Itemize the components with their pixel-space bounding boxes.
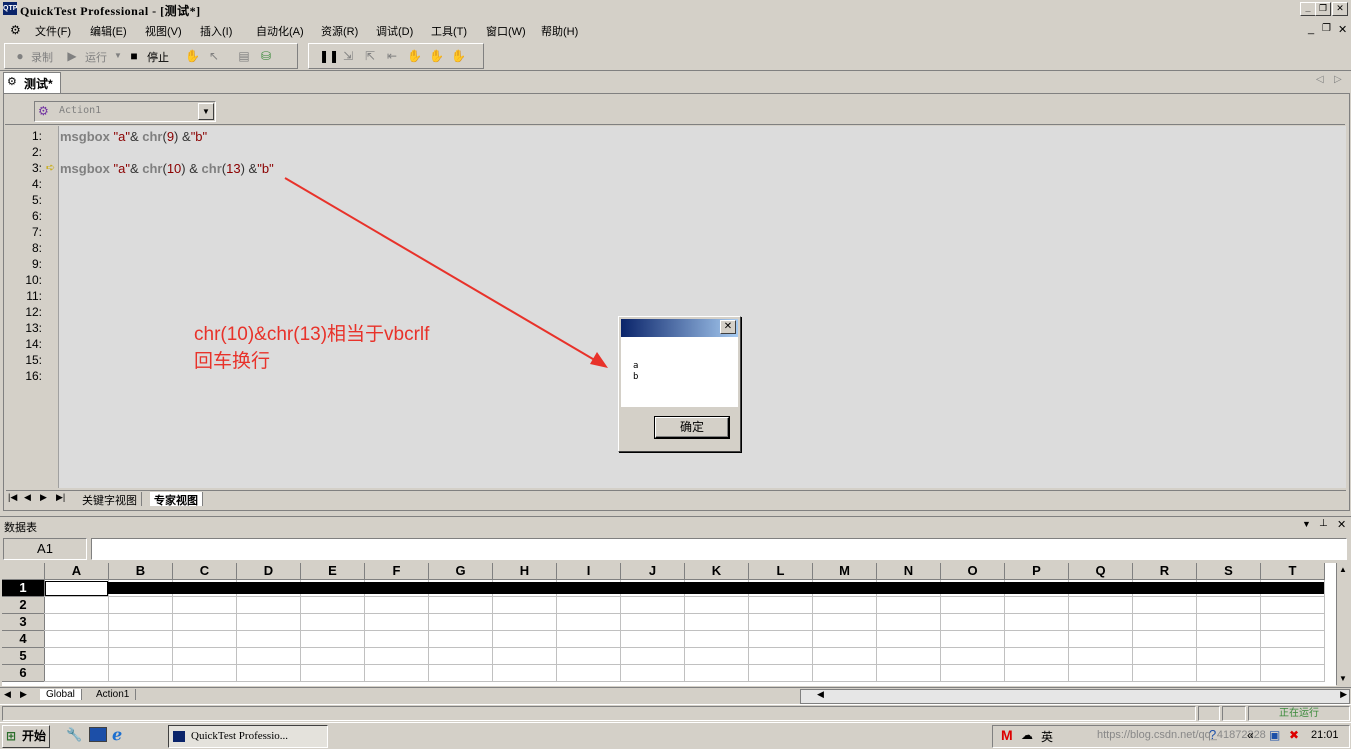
active-cell[interactable] (45, 581, 108, 596)
column-header[interactable]: K (685, 563, 749, 580)
dialog-close-icon[interactable]: ✕ (720, 320, 736, 334)
column-header[interactable]: F (365, 563, 429, 580)
row-header[interactable]: 3 (2, 614, 45, 631)
show-desktop-icon[interactable] (89, 727, 107, 742)
column-header[interactable]: B (109, 563, 173, 580)
sheet-prev-icon[interactable]: ◀ (4, 689, 11, 700)
column-header[interactable]: N (877, 563, 941, 580)
quicklaunch-tool-icon[interactable]: 🔧 (66, 727, 82, 743)
column-header[interactable]: S (1197, 563, 1261, 580)
qtp-task-icon (173, 731, 185, 742)
ok-button[interactable]: 确定 (654, 416, 730, 439)
selected-row-highlight (108, 582, 1324, 594)
grid-row-line (44, 613, 1324, 614)
hscroll-left-icon[interactable]: ◀ (817, 689, 824, 700)
column-header[interactable]: P (1005, 563, 1069, 580)
column-header[interactable]: H (493, 563, 557, 580)
run-status: 正在运行 (1248, 706, 1350, 721)
dialog-message-line-2: b (633, 372, 639, 382)
column-header[interactable]: E (301, 563, 365, 580)
taskbar-qtp-label: QuickTest Professio... (191, 730, 288, 742)
windows-logo-icon: ⊞ (6, 729, 17, 743)
hscroll-right-icon[interactable]: ▶ (1340, 689, 1347, 700)
status-pane (1222, 706, 1246, 721)
tab-global-sheet[interactable]: Global (40, 689, 82, 700)
tray-help-icon[interactable]: ? (1209, 727, 1216, 742)
column-header[interactable]: A (45, 563, 109, 580)
grid-row-line (44, 647, 1324, 648)
row-header[interactable]: 2 (2, 597, 45, 614)
status-bar: 正在运行 (0, 704, 1351, 722)
tab-action1-sheet[interactable]: Action1 (90, 689, 137, 700)
sheet-next-icon[interactable]: ▶ (20, 689, 27, 700)
tray-network-icon[interactable]: ▣ (1269, 728, 1280, 742)
column-header[interactable]: M (813, 563, 877, 580)
column-header[interactable]: J (621, 563, 685, 580)
dialog-message-line-1: a (633, 361, 639, 371)
start-button[interactable]: ⊞ 开始 (2, 725, 50, 748)
grid-row-line (44, 664, 1324, 665)
watermark-url: https://blog.csdn.net/qq_41872328 (1097, 729, 1266, 741)
annotation-line-2: 回车换行 (194, 351, 271, 372)
status-pane (1198, 706, 1220, 721)
taskbar-qtp-button[interactable]: QuickTest Professio... (168, 725, 328, 748)
status-message-pane (2, 706, 1196, 721)
data-table-header: 数据表 ▼ ⊥ ✕ (0, 516, 1351, 534)
tray-clock: 21:01 (1311, 729, 1339, 741)
column-header[interactable]: Q (1069, 563, 1133, 580)
column-header[interactable]: T (1261, 563, 1325, 580)
column-header[interactable]: D (237, 563, 301, 580)
grid-row-line (44, 596, 1324, 597)
sheet-tabs: ◀ ▶ Global Action1 ◀ ▶ (0, 687, 1351, 704)
dialog-message: a b (621, 337, 738, 407)
grid-vertical-scrollbar[interactable]: ▲ ▼ (1336, 563, 1351, 685)
panel-close-icon[interactable]: ✕ (1337, 518, 1346, 531)
row-header[interactable]: 4 (2, 631, 45, 648)
grid-row-line (44, 630, 1324, 631)
data-table-title: 数据表 (4, 522, 37, 534)
data-grid[interactable]: ABCDEFGHIJKLMNOPQRST 123456 (2, 563, 1336, 686)
system-tray: M ☁ 英 https://blog.csdn.net/qq_41872328 … (992, 725, 1350, 748)
message-box-dialog: ✕ a b 确定 (618, 316, 741, 452)
row-header[interactable]: 6 (2, 665, 45, 682)
tray-app-icon[interactable]: ☁ (1021, 728, 1033, 742)
cell-reference[interactable]: A1 (3, 538, 87, 560)
taskbar: ⊞ 开始 🔧 ℯ QuickTest Professio... M ☁ 英 ht… (0, 722, 1351, 749)
annotation-line-1: chr(10)&chr(13)相当于vbcrlf (194, 324, 430, 345)
grid-row-line (44, 681, 1324, 682)
tray-warning-icon[interactable]: ✖ (1289, 728, 1299, 742)
column-header[interactable]: L (749, 563, 813, 580)
column-header[interactable]: C (173, 563, 237, 580)
panel-menu-icon[interactable]: ▼ (1302, 519, 1311, 529)
column-header[interactable]: O (941, 563, 1005, 580)
tray-ime-icon[interactable]: 英 (1041, 728, 1053, 745)
cell-value-input[interactable] (91, 538, 1347, 560)
formula-row: A1 (0, 536, 1351, 562)
grid-column-line (1324, 580, 1325, 682)
tray-m-icon[interactable]: M (1001, 727, 1013, 743)
start-label: 开始 (22, 729, 47, 743)
grid-corner[interactable] (2, 563, 45, 580)
column-header[interactable]: G (429, 563, 493, 580)
annotation-text: chr(10)&chr(13)相当于vbcrlf 回车换行 (194, 321, 429, 375)
scroll-up-icon[interactable]: ▲ (1339, 565, 1347, 574)
scroll-down-icon[interactable]: ▼ (1339, 674, 1347, 683)
tray-expand-icon[interactable]: « (1247, 728, 1254, 742)
sheet-horizontal-scrollbar[interactable]: ◀ ▶ (800, 689, 1350, 704)
internet-explorer-icon[interactable]: ℯ (112, 725, 122, 745)
pin-icon[interactable]: ⊥ (1319, 518, 1328, 529)
row-header[interactable]: 1 (2, 580, 45, 597)
column-header[interactable]: R (1133, 563, 1197, 580)
column-header[interactable]: I (557, 563, 621, 580)
row-header[interactable]: 5 (2, 648, 45, 665)
